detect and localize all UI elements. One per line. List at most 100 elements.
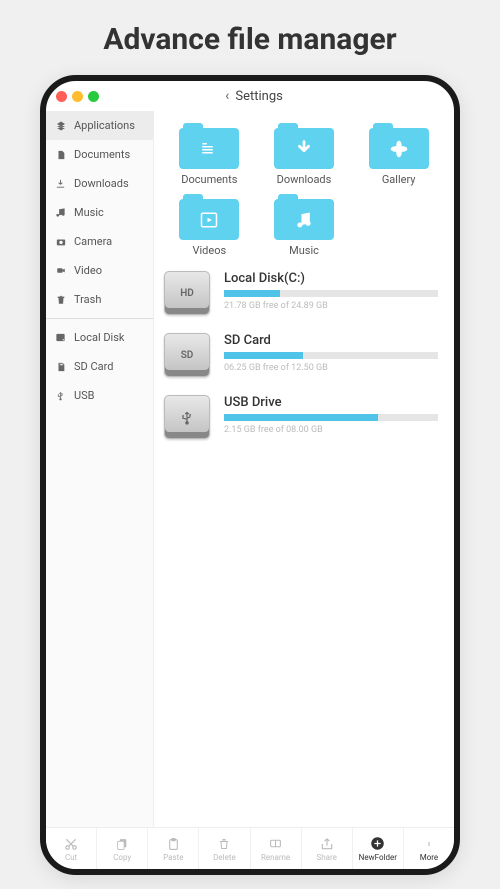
back-icon[interactable]: ‹ <box>225 88 229 104</box>
toolbar-label: Copy <box>113 853 131 862</box>
drive-icon: SD <box>164 333 210 377</box>
drive-local-disk-c-[interactable]: HD Local Disk(C:) 21.78 GB free of 24.89 G… <box>164 271 444 315</box>
titlebar-label: Settings <box>235 89 282 104</box>
more-icon <box>427 836 431 852</box>
drive-info: SD Card 06.25 GB free of 12.50 GB <box>224 333 444 373</box>
folder-icon <box>179 123 239 169</box>
toolbar-paste[interactable]: Paste <box>148 828 199 869</box>
drive-subtext: 2.15 GB free of 08.00 GB <box>224 425 438 435</box>
sidebar-item-label: Applications <box>74 119 135 132</box>
sidebar-item-trash[interactable]: Trash <box>46 285 153 314</box>
apps-icon <box>54 119 67 132</box>
folder-icon <box>274 123 334 169</box>
sidebar-item-downloads[interactable]: Downloads <box>46 169 153 198</box>
drive-icon: HD <box>164 271 210 315</box>
folder-gallery[interactable]: Gallery <box>353 123 444 186</box>
sidebar-item-usb[interactable]: USB <box>46 381 153 410</box>
folder-grid: Documents Downloads Gallery Videos Music <box>164 123 444 257</box>
toolbar-rename[interactable]: Rename <box>251 828 302 869</box>
drive-info: USB Drive 2.15 GB free of 08.00 GB <box>224 395 444 435</box>
toolbar-label: Delete <box>213 853 236 862</box>
drive-usb-drive[interactable]: USB Drive 2.15 GB free of 08.00 GB <box>164 395 444 439</box>
toolbar-share[interactable]: Share <box>302 828 353 869</box>
delete-icon <box>218 836 230 852</box>
sidebar-item-video[interactable]: Video <box>46 256 153 285</box>
drive-list: HD Local Disk(C:) 21.78 GB free of 24.89 G… <box>164 271 444 439</box>
drive-sd-card[interactable]: SD SD Card 06.25 GB free of 12.50 GB <box>164 333 444 377</box>
toolbar-newfolder[interactable]: NewFolder <box>353 828 404 869</box>
music-icon <box>54 206 67 219</box>
minimize-icon[interactable] <box>72 91 83 102</box>
toolbar-more[interactable]: More <box>404 828 454 869</box>
sidebar-item-local-disk[interactable]: Local Disk <box>46 323 153 352</box>
copy-icon <box>116 836 129 852</box>
maximize-icon[interactable] <box>88 91 99 102</box>
folder-documents[interactable]: Documents <box>164 123 255 186</box>
drive-info: Local Disk(C:) 21.78 GB free of 24.89 GB <box>224 271 444 311</box>
cut-icon <box>64 836 78 852</box>
drive-name: SD Card <box>224 333 438 348</box>
folder-music[interactable]: Music <box>259 194 350 257</box>
folder-icon <box>274 194 334 240</box>
close-icon[interactable] <box>56 91 67 102</box>
folder-label: Documents <box>181 173 237 186</box>
drive-usage-bar <box>224 290 438 297</box>
paste-icon <box>167 836 180 852</box>
sidebar-item-label: Camera <box>74 235 112 248</box>
folder-label: Downloads <box>277 173 332 186</box>
folder-label: Music <box>289 244 319 257</box>
toolbar-label: Rename <box>261 853 290 862</box>
toolbar-label: Cut <box>65 853 77 862</box>
doc-icon <box>54 148 67 161</box>
video-icon <box>54 264 67 277</box>
folder-icon <box>179 194 239 240</box>
toolbar-label: More <box>420 853 438 862</box>
folder-label: Gallery <box>382 173 416 186</box>
sidebar-item-label: Music <box>74 206 104 219</box>
sidebar-item-label: USB <box>74 389 95 402</box>
disk-icon <box>54 331 67 344</box>
sidebar-item-label: Local Disk <box>74 331 125 344</box>
sidebar-item-music[interactable]: Music <box>46 198 153 227</box>
drive-usage-bar <box>224 352 438 359</box>
sidebar-item-documents[interactable]: Documents <box>46 140 153 169</box>
folder-label: Videos <box>192 244 226 257</box>
folder-downloads[interactable]: Downloads <box>259 123 350 186</box>
drive-icon <box>164 395 210 439</box>
rename-icon <box>268 836 283 852</box>
sidebar-item-label: SD Card <box>74 360 113 373</box>
titlebar: ‹ Settings <box>46 81 454 111</box>
app-body: Applications Documents Downloads Music Camer… <box>46 111 454 827</box>
sidebar-item-label: Video <box>74 264 102 277</box>
bottom-toolbar: Cut Copy Paste Delete Rename Share NewFolder Mo… <box>46 827 454 869</box>
toolbar-delete[interactable]: Delete <box>199 828 250 869</box>
main-panel: Documents Downloads Gallery Videos Music HD L… <box>154 111 454 827</box>
toolbar-copy[interactable]: Copy <box>97 828 148 869</box>
device-frame: ‹ Settings Applications Documents Download… <box>40 75 460 875</box>
sidebar-divider <box>46 318 153 319</box>
sidebar-item-camera[interactable]: Camera <box>46 227 153 256</box>
usb-icon <box>54 389 67 402</box>
titlebar-title[interactable]: ‹ Settings <box>104 88 404 104</box>
drive-usage-bar <box>224 414 438 421</box>
sidebar-item-sd-card[interactable]: SD Card <box>46 352 153 381</box>
sidebar-item-applications[interactable]: Applications <box>46 111 153 140</box>
sidebar-item-label: Documents <box>74 148 130 161</box>
sidebar-item-label: Trash <box>74 293 101 306</box>
drive-name: USB Drive <box>224 395 438 410</box>
folder-icon <box>369 123 429 169</box>
newfolder-icon <box>370 836 385 852</box>
share-icon <box>320 836 334 852</box>
toolbar-label: Paste <box>163 853 183 862</box>
drive-subtext: 21.78 GB free of 24.89 GB <box>224 301 438 311</box>
page-title: Advance file manager <box>0 0 500 75</box>
drive-name: Local Disk(C:) <box>224 271 438 286</box>
drive-subtext: 06.25 GB free of 12.50 GB <box>224 363 438 373</box>
folder-videos[interactable]: Videos <box>164 194 255 257</box>
toolbar-label: NewFolder <box>359 853 397 862</box>
sidebar-item-label: Downloads <box>74 177 129 190</box>
toolbar-cut[interactable]: Cut <box>46 828 97 869</box>
trash-icon <box>54 293 67 306</box>
sidebar: Applications Documents Downloads Music Camer… <box>46 111 154 827</box>
camera-icon <box>54 235 67 248</box>
